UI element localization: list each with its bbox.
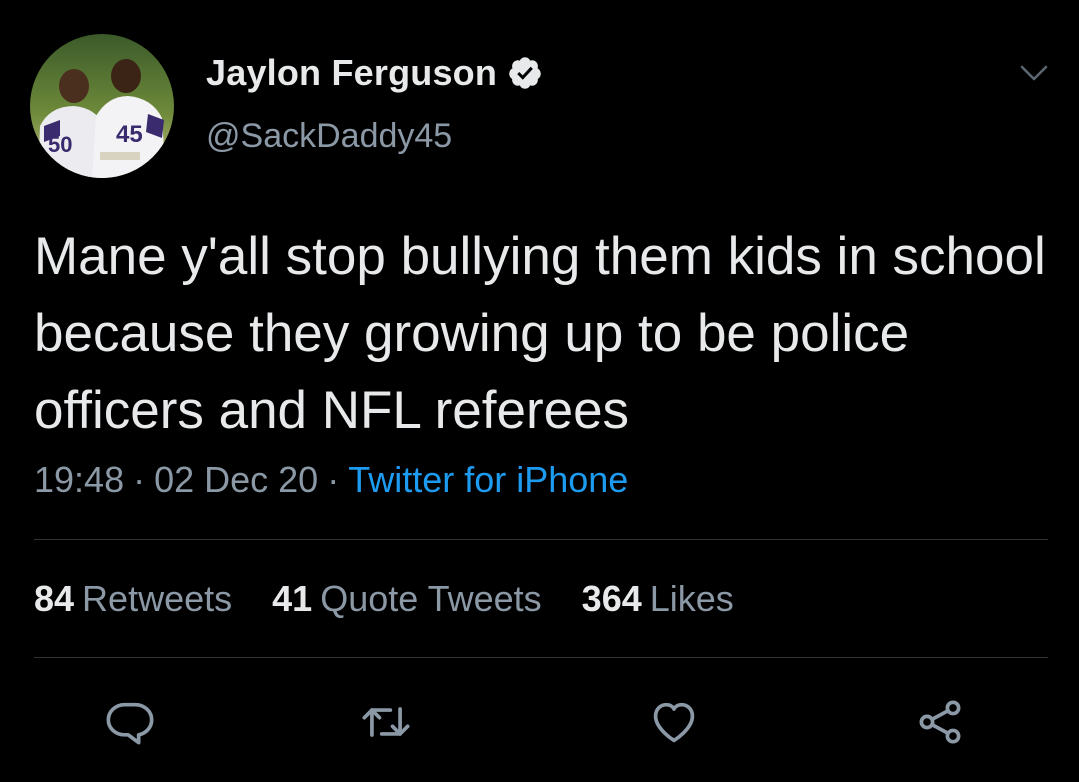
chevron-down-icon[interactable] (1016, 60, 1052, 86)
heart-icon (653, 702, 695, 743)
tweet-stats: 84 Retweets 41 Quote Tweets 364 Likes (34, 578, 764, 620)
meta-separator: · (133, 459, 146, 500)
likes-count: 364 (581, 578, 642, 619)
share-button[interactable] (914, 696, 966, 748)
author-name-row[interactable]: Jaylon Ferguson (206, 50, 543, 96)
quote-tweets-stat[interactable]: 41 Quote Tweets (272, 578, 542, 619)
divider (34, 657, 1048, 658)
reply-icon (106, 702, 154, 745)
tweet-time[interactable]: 19:48 (34, 459, 124, 500)
tweet-meta: 19:48 · 02 Dec 20 · Twitter for iPhone (34, 459, 628, 501)
tweet-source-link[interactable]: Twitter for iPhone (348, 459, 628, 500)
like-button[interactable] (648, 696, 700, 748)
author-handle[interactable]: @SackDaddy45 (206, 117, 452, 156)
retweets-count: 84 (34, 578, 75, 619)
verified-badge-icon (509, 57, 541, 89)
avatar-image: 50 45 (30, 34, 174, 178)
action-bar (0, 696, 1079, 748)
share-icon (919, 700, 961, 744)
reply-button[interactable] (104, 696, 156, 748)
avatar-jersey-left: 50 (48, 132, 72, 157)
quote-tweets-label: Quote Tweets (320, 578, 542, 619)
likes-label: Likes (649, 578, 734, 619)
retweets-label: Retweets (82, 578, 233, 619)
retweet-icon (362, 707, 410, 737)
meta-separator: · (327, 459, 340, 500)
retweet-button[interactable] (360, 696, 412, 748)
author-display-name[interactable]: Jaylon Ferguson (206, 52, 497, 94)
quote-tweets-count: 41 (272, 578, 313, 619)
tweet-detail: 50 45 Jaylon Ferguson @SackDaddy45 Mane … (0, 0, 1079, 782)
divider (34, 539, 1048, 540)
likes-stat[interactable]: 364 Likes (582, 578, 734, 619)
tweet-text: Mane y'all stop bullying them kids in sc… (34, 227, 1046, 440)
avatar[interactable]: 50 45 (30, 34, 174, 178)
tweet-date[interactable]: 02 Dec 20 (154, 459, 318, 500)
retweets-stat[interactable]: 84 Retweets (34, 578, 232, 619)
avatar-jersey-right: 45 (116, 121, 143, 148)
